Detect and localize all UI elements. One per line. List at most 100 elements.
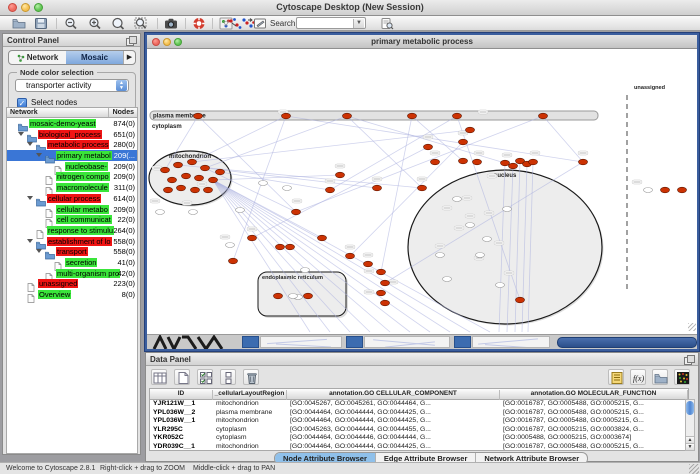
graph-node[interactable] bbox=[188, 159, 197, 165]
graph-node-unselected[interactable] bbox=[283, 186, 292, 191]
background-window-fragment[interactable] bbox=[454, 336, 471, 348]
graph-node-unselected[interactable] bbox=[644, 188, 653, 193]
graph-node[interactable] bbox=[678, 187, 687, 193]
graph-node-unselected[interactable] bbox=[301, 268, 310, 273]
disclosure-triangle-icon[interactable] bbox=[36, 249, 42, 253]
scrollbar-thumb[interactable] bbox=[686, 401, 694, 415]
graph-node[interactable] bbox=[292, 209, 301, 215]
tree-row[interactable]: metabolic process280(0) bbox=[7, 139, 137, 150]
tree-row[interactable]: Overview8(0) bbox=[7, 289, 137, 300]
graph-node-unselected[interactable] bbox=[436, 253, 445, 258]
graph-node[interactable] bbox=[161, 167, 170, 173]
graph-node[interactable] bbox=[195, 175, 204, 181]
graph-node[interactable] bbox=[282, 113, 291, 119]
select-all-attributes-icon[interactable] bbox=[197, 369, 213, 385]
disclosure-triangle-icon[interactable] bbox=[27, 196, 33, 200]
table-column-header[interactable]: _cellularLayoutRegion bbox=[213, 390, 287, 400]
background-window-fragment[interactable] bbox=[557, 337, 697, 348]
table-row[interactable]: YLR295Ccytoplasm[GO:0045263, GO:0044444,… bbox=[150, 426, 688, 435]
graph-node[interactable] bbox=[516, 297, 525, 303]
close-window-button[interactable] bbox=[8, 3, 17, 12]
graph-node-unselected[interactable] bbox=[443, 277, 452, 282]
graph-node[interactable] bbox=[424, 144, 433, 150]
graph-node-unselected[interactable] bbox=[189, 210, 198, 215]
graph-node[interactable] bbox=[661, 187, 670, 193]
graph-node[interactable] bbox=[459, 158, 468, 164]
tree-row[interactable]: transport558(0) bbox=[7, 246, 137, 257]
tree-row[interactable]: nitrogen compo209(0) bbox=[7, 171, 137, 182]
tree-row[interactable]: cellular process614(0) bbox=[7, 193, 137, 204]
scroll-down-icon[interactable]: ▼ bbox=[686, 443, 694, 450]
graph-node-unselected[interactable] bbox=[483, 237, 492, 242]
search-dropdown-arrow-icon[interactable]: ▼ bbox=[353, 19, 364, 28]
tree-row[interactable]: establishment of lo558(0) bbox=[7, 236, 137, 247]
import-attributes-icon[interactable] bbox=[652, 369, 668, 385]
tree-row[interactable]: nucleobase-209(0) bbox=[7, 161, 137, 172]
formula-builder-icon[interactable]: f(x) bbox=[630, 369, 646, 385]
tree-row[interactable]: mosaic-demo-yeast874(0) bbox=[7, 118, 137, 129]
graph-node[interactable] bbox=[501, 160, 510, 166]
graph-node[interactable] bbox=[286, 244, 295, 250]
graph-node[interactable] bbox=[529, 159, 538, 165]
graph-node[interactable] bbox=[373, 185, 382, 191]
tree-row[interactable]: cellular metabo209(0) bbox=[7, 204, 137, 215]
graph-node[interactable] bbox=[459, 139, 468, 145]
graph-node[interactable] bbox=[276, 244, 285, 250]
search-input[interactable]: ▼ bbox=[296, 17, 366, 29]
graph-node[interactable] bbox=[336, 172, 345, 178]
tree-row[interactable]: secretion41(0) bbox=[7, 257, 137, 268]
background-window-fragment[interactable] bbox=[346, 336, 363, 348]
snapshot-icon[interactable] bbox=[164, 17, 178, 30]
graph-node[interactable] bbox=[216, 169, 225, 175]
unselect-all-attributes-icon[interactable] bbox=[220, 369, 236, 385]
graph-node[interactable] bbox=[204, 187, 213, 193]
graph-node[interactable] bbox=[164, 187, 173, 193]
zoom-window-button[interactable] bbox=[34, 3, 43, 12]
scroll-up-icon[interactable]: ▲ bbox=[686, 436, 694, 443]
float-data-panel-icon[interactable] bbox=[684, 355, 694, 364]
tree-row[interactable]: unassigned223(0) bbox=[7, 278, 137, 289]
graph-node[interactable] bbox=[248, 235, 257, 241]
graph-node-unselected[interactable] bbox=[453, 197, 462, 202]
zoom-network-window-button[interactable] bbox=[174, 38, 182, 46]
network-canvas[interactable]: plasma membranecytoplasmmitochondrionnuc… bbox=[147, 49, 697, 334]
tab-mosaic[interactable]: Mosaic bbox=[66, 51, 123, 64]
graph-node-unselected[interactable] bbox=[236, 208, 245, 213]
dropdown-stepper-icon[interactable]: ▲▼ bbox=[116, 80, 127, 91]
more-tabs-arrow-icon[interactable]: ▶ bbox=[123, 51, 135, 64]
disclosure-triangle-icon[interactable] bbox=[18, 132, 24, 136]
graph-node[interactable] bbox=[364, 261, 373, 267]
graph-node[interactable] bbox=[182, 173, 191, 179]
network-window-resize-grip[interactable] bbox=[688, 323, 696, 331]
table-column-header[interactable]: annotation.GO MOLECULAR_FUNCTION bbox=[500, 390, 688, 400]
graph-node[interactable] bbox=[579, 159, 588, 165]
graph-node[interactable] bbox=[304, 293, 313, 299]
table-row[interactable]: YPL036W__1mitochondrion[GO:0044464, GO:0… bbox=[150, 417, 688, 426]
background-window-fragment[interactable] bbox=[260, 336, 342, 348]
graph-node[interactable] bbox=[381, 280, 390, 286]
minimize-window-button[interactable] bbox=[21, 3, 30, 12]
delete-attribute-icon[interactable] bbox=[243, 369, 259, 385]
graph-node[interactable] bbox=[381, 300, 390, 306]
enhanced-search-icon[interactable] bbox=[380, 17, 394, 30]
graph-node-unselected[interactable] bbox=[289, 294, 298, 299]
new-attribute-icon[interactable] bbox=[174, 369, 190, 385]
graph-node[interactable] bbox=[473, 159, 482, 165]
graph-node-unselected[interactable] bbox=[466, 223, 475, 228]
graph-node-unselected[interactable] bbox=[503, 207, 512, 212]
table-row[interactable]: YPL036W__2plasma membrane[GO:0044464, GO… bbox=[150, 409, 688, 418]
graph-node[interactable] bbox=[191, 187, 200, 193]
graph-node[interactable] bbox=[453, 113, 462, 119]
graph-node[interactable] bbox=[418, 185, 427, 191]
background-window-fragment[interactable] bbox=[364, 336, 450, 348]
close-network-window-button[interactable] bbox=[152, 38, 160, 46]
select-nodes-checkbox[interactable]: ✓ bbox=[17, 98, 27, 108]
graph-node[interactable] bbox=[209, 177, 218, 183]
tree-row[interactable]: multi-organism pro42(0) bbox=[7, 268, 137, 279]
tree-row[interactable]: response to stimulu264(0) bbox=[7, 225, 137, 236]
copy-network-view-icon[interactable] bbox=[228, 17, 242, 30]
open-session-icon[interactable] bbox=[12, 17, 26, 30]
annotation-icon[interactable] bbox=[253, 17, 267, 30]
attribute-label-icon[interactable] bbox=[608, 369, 624, 385]
table-column-header[interactable]: annotation.GO CELLULAR_COMPONENT bbox=[287, 390, 500, 400]
